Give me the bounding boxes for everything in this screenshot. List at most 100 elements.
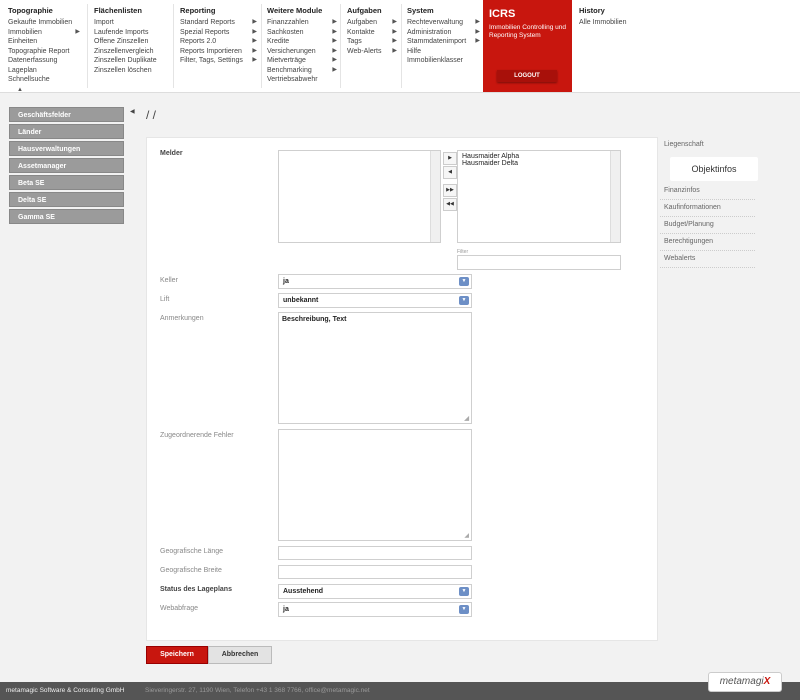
menu-item-label[interactable]: Administration xyxy=(407,29,451,36)
melder-selected-list[interactable]: Hausmaider Alpha Hausmaider Delta xyxy=(457,150,621,243)
anmerkungen-textarea[interactable]: Beschreibung, Text ◢ xyxy=(278,312,472,424)
menu-item[interactable]: Schnellsuche xyxy=(8,75,80,85)
menu-item-label[interactable]: Filter, Tags, Settings xyxy=(180,57,243,64)
sidebar-item-laender[interactable]: Länder xyxy=(9,124,124,139)
breite-input[interactable] xyxy=(278,565,472,579)
webabfrage-select[interactable]: ja ▼ xyxy=(278,602,472,617)
menu-item-label[interactable]: Aufgaben xyxy=(347,19,377,26)
menu-item-label[interactable]: Mietverträge xyxy=(267,57,306,64)
menu-item[interactable]: Stammdatenimport ▶ xyxy=(407,37,480,47)
menu-title[interactable]: System xyxy=(407,6,480,15)
sidebar-item-hausverwaltungen[interactable]: Hausverwaltungen xyxy=(9,141,124,156)
menu-item[interactable]: Sachkosten ▶ xyxy=(267,28,337,38)
menu-item-label[interactable]: Rechteverwaltung xyxy=(407,19,463,26)
melder-available-list[interactable] xyxy=(278,150,441,243)
save-button[interactable]: Speichern xyxy=(146,646,208,664)
zugeordnete-textarea[interactable]: ◢ xyxy=(278,429,472,541)
lift-select[interactable]: unbekannt ▼ xyxy=(278,293,472,308)
menu-item-label[interactable]: Reports 2.0 xyxy=(180,38,216,45)
menu-item-label[interactable]: Spezial Reports xyxy=(180,29,229,36)
menu-item[interactable]: Gekaufte Immobilien xyxy=(8,18,80,28)
move-right-button[interactable]: ▶ xyxy=(443,152,457,165)
scrollbar[interactable] xyxy=(430,151,440,242)
menu-item[interactable]: Datenerfassung xyxy=(8,56,80,66)
menu-item[interactable]: Immobilienklasser xyxy=(407,56,480,66)
menu-title[interactable]: Weitere Module xyxy=(267,6,337,15)
menu-item[interactable]: Zinszellenvergleich xyxy=(94,47,169,57)
menu-topographie[interactable]: Topographie Gekaufte Immobilien Immobili… xyxy=(8,6,80,85)
menu-item[interactable]: Immobilien ▶ xyxy=(8,28,80,38)
cancel-button[interactable]: Abbrechen xyxy=(208,646,272,664)
menu-item[interactable]: Einheiten xyxy=(8,37,80,47)
menu-item-label[interactable]: Sachkosten xyxy=(267,29,304,36)
menu-title[interactable]: Aufgaben xyxy=(347,6,397,15)
tab-kaufinformationen[interactable]: Kaufinformationen xyxy=(660,200,755,217)
tab-berechtigungen[interactable]: Berechtigungen xyxy=(660,234,755,251)
menu-item[interactable]: Rechteverwaltung ▶ xyxy=(407,18,480,28)
menu-item[interactable]: Benchmarking ▶ xyxy=(267,66,337,76)
sidebar-item-assetmanager[interactable]: Assetmanager xyxy=(9,158,124,173)
menu-item-label[interactable]: Versicherungen xyxy=(267,48,316,55)
menu-item[interactable]: Vertriebsabwehr xyxy=(267,75,337,85)
resize-handle-icon[interactable]: ◢ xyxy=(464,415,469,422)
menu-item-label[interactable]: Tags xyxy=(347,38,362,45)
menu-item[interactable]: Tags ▶ xyxy=(347,37,397,47)
menu-item[interactable]: Kredite ▶ xyxy=(267,37,337,47)
menu-item-label[interactable]: Reports Importieren xyxy=(180,48,242,55)
menu-item[interactable]: Offene Zinszellen xyxy=(94,37,169,47)
tab-budget-planung[interactable]: Budget/Planung xyxy=(660,217,755,234)
menu-item[interactable]: Lageplan xyxy=(8,66,80,76)
list-item[interactable]: Hausmaider Delta xyxy=(462,160,616,167)
menu-item[interactable]: Hilfe xyxy=(407,47,480,57)
menu-reporting[interactable]: Reporting Standard Reports ▶ Spezial Repo… xyxy=(180,6,257,66)
menu-item[interactable]: Spezial Reports ▶ xyxy=(180,28,257,38)
menu-item-label[interactable]: Web-Alerts xyxy=(347,48,382,55)
nav-toggle-icon[interactable]: ▲ xyxy=(17,87,27,93)
menu-item[interactable]: Zinszellen löschen xyxy=(94,66,169,76)
menu-item-label[interactable]: Immobilien xyxy=(8,29,42,36)
menu-item[interactable]: Finanzzahlen ▶ xyxy=(267,18,337,28)
keller-select[interactable]: ja ▼ xyxy=(278,274,472,289)
menu-flaechenlisten[interactable]: Flächenlisten Import Laufende Imports Of… xyxy=(94,6,169,75)
menu-item[interactable]: Reports 2.0 ▶ xyxy=(180,37,257,47)
menu-item-label[interactable]: Finanzzahlen xyxy=(267,19,309,26)
resize-handle-icon[interactable]: ◢ xyxy=(464,532,469,539)
sidebar-item-delta-se[interactable]: Delta SE xyxy=(9,192,124,207)
laenge-input[interactable] xyxy=(278,546,472,560)
menu-item[interactable]: Mietverträge ▶ xyxy=(267,56,337,66)
sidebar-item-geschaeftsfelder[interactable]: Geschäftsfelder xyxy=(9,107,124,122)
menu-item[interactable]: Filter, Tags, Settings ▶ xyxy=(180,56,257,66)
list-item[interactable]: Hausmaider Alpha xyxy=(462,153,616,160)
filter-input[interactable] xyxy=(457,255,621,270)
menu-item[interactable]: Versicherungen ▶ xyxy=(267,47,337,57)
menu-item[interactable]: Topographie Report xyxy=(8,47,80,57)
menu-title[interactable]: History xyxy=(579,6,649,15)
menu-item-label[interactable]: Kontakte xyxy=(347,29,375,36)
menu-title[interactable]: Reporting xyxy=(180,6,257,15)
menu-item[interactable]: Aufgaben ▶ xyxy=(347,18,397,28)
move-all-right-button[interactable]: ▶▶ xyxy=(443,184,457,197)
menu-item[interactable]: Alle Immobilien xyxy=(579,18,649,28)
collapse-sidebar-icon[interactable]: ◀ xyxy=(130,108,135,115)
menu-item[interactable]: Import xyxy=(94,18,169,28)
menu-item-label[interactable]: Standard Reports xyxy=(180,19,235,26)
menu-title[interactable]: Flächenlisten xyxy=(94,6,169,15)
menu-item[interactable]: Kontakte ▶ xyxy=(347,28,397,38)
menu-system[interactable]: System Rechteverwaltung ▶ Administration ▶… xyxy=(407,6,480,66)
menu-item[interactable]: Standard Reports ▶ xyxy=(180,18,257,28)
tab-finanzinfos[interactable]: Finanzinfos xyxy=(660,183,755,200)
tab-liegenschaft[interactable]: Liegenschaft xyxy=(660,137,755,153)
tab-webalerts[interactable]: Webalerts xyxy=(660,251,755,268)
status-select[interactable]: Ausstehend ▼ xyxy=(278,584,472,599)
sidebar-item-gamma-se[interactable]: Gamma SE xyxy=(9,209,124,224)
menu-item[interactable]: Laufende Imports xyxy=(94,28,169,38)
menu-item[interactable]: Administration ▶ xyxy=(407,28,480,38)
menu-history[interactable]: History Alle Immobilien xyxy=(579,6,649,28)
tab-objektinfos[interactable]: Objektinfos xyxy=(670,157,758,181)
move-all-left-button[interactable]: ◀◀ xyxy=(443,198,457,211)
menu-item-label[interactable]: Stammdatenimport xyxy=(407,38,466,45)
sidebar-item-beta-se[interactable]: Beta SE xyxy=(9,175,124,190)
menu-item[interactable]: Zinszellen Duplikate xyxy=(94,56,169,66)
menu-item-label[interactable]: Kredite xyxy=(267,38,289,45)
scrollbar[interactable] xyxy=(610,151,620,242)
